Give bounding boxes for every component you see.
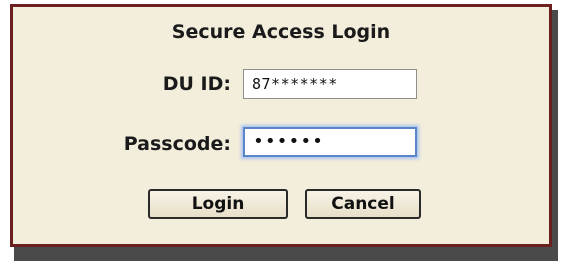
login-title: Secure Access Login xyxy=(171,21,391,43)
panel-shadow xyxy=(14,247,558,261)
passcode-input[interactable]: •••••• xyxy=(243,127,417,157)
login-button[interactable]: Login xyxy=(148,189,288,219)
cancel-button[interactable]: Cancel xyxy=(305,189,421,219)
duid-input[interactable]: 87******* xyxy=(243,69,417,99)
passcode-label: Passcode: xyxy=(123,133,231,155)
panel-shadow-right xyxy=(552,10,558,261)
duid-label: DU ID: xyxy=(162,73,231,95)
login-panel: Secure Access Login DU ID: 87******* Pas… xyxy=(10,4,552,247)
